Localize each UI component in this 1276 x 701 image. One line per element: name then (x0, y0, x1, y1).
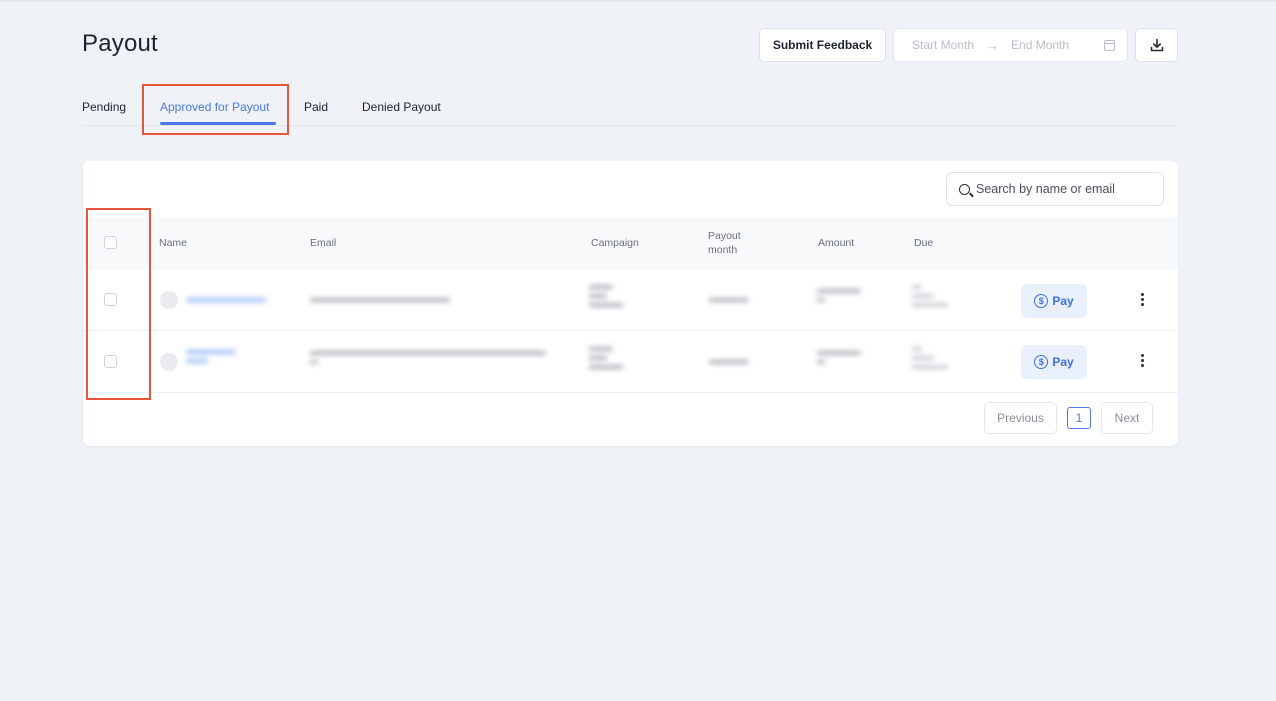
search-input[interactable] (976, 182, 1156, 196)
submit-feedback-button[interactable]: Submit Feedback (759, 28, 886, 62)
due-redacted (912, 347, 948, 374)
next-page-button[interactable]: Next (1101, 402, 1153, 434)
search-icon (959, 183, 970, 195)
payout-month-redacted (709, 298, 749, 307)
email-redacted (310, 351, 546, 369)
more-vertical-icon[interactable] (1136, 293, 1148, 309)
campaign-redacted (589, 285, 623, 312)
tab-pending[interactable]: Pending (82, 100, 126, 114)
column-header-due: Due (914, 237, 934, 249)
end-month-placeholder: End Month (1011, 38, 1070, 52)
amount-redacted (817, 289, 861, 307)
name-link-redacted[interactable] (186, 298, 266, 307)
column-header-amount: Amount (818, 237, 855, 249)
top-divider (0, 0, 1276, 2)
page-number-button[interactable]: 1 (1067, 407, 1091, 429)
pay-button[interactable]: $ Pay (1021, 345, 1087, 379)
download-icon (1150, 38, 1163, 52)
dollar-icon: $ (1034, 294, 1049, 308)
campaign-redacted (589, 347, 623, 374)
payout-page: Payout Submit Feedback Start Month → End… (0, 0, 1276, 701)
previous-page-button[interactable]: Previous (984, 402, 1057, 434)
amount-redacted (817, 351, 861, 369)
more-vertical-icon[interactable] (1136, 354, 1148, 370)
column-header-campaign: Campaign (591, 237, 639, 249)
tab-denied-payout[interactable]: Denied Payout (362, 100, 441, 114)
header-actions: Submit Feedback Start Month → End Month (759, 28, 1178, 62)
payout-table-card: Name Email Campaign Payout month Amount … (83, 161, 1178, 446)
column-header-name: Name (159, 237, 188, 249)
pagination: Previous 1 Next (984, 402, 1153, 434)
pay-button[interactable]: $ Pay (1021, 284, 1087, 318)
avatar (160, 353, 178, 371)
table-header: Name Email Campaign Payout month Amount … (83, 217, 1178, 269)
download-button[interactable] (1135, 28, 1178, 62)
start-month-placeholder: Start Month (912, 38, 975, 52)
calendar-icon (1104, 39, 1115, 51)
search-field[interactable] (946, 172, 1164, 206)
highlight-box-checkbox-column (86, 208, 151, 400)
due-redacted (912, 285, 948, 312)
page-title: Payout (82, 30, 158, 57)
avatar (160, 291, 178, 309)
month-range-picker[interactable]: Start Month → End Month (893, 28, 1128, 62)
dollar-icon: $ (1034, 355, 1049, 369)
column-header-payout-month-line2: month (708, 244, 738, 256)
table-row: $ Pay (83, 269, 1178, 331)
arrow-right-icon: → (986, 37, 1000, 53)
column-header-payout-month-line1: Payout (708, 230, 741, 242)
pay-button-label: Pay (1052, 355, 1074, 369)
highlight-box-approved-tab (142, 84, 289, 135)
tab-paid[interactable]: Paid (304, 100, 328, 114)
name-link-redacted[interactable] (186, 350, 236, 368)
column-header-email: Email (310, 237, 337, 249)
pay-button-label: Pay (1052, 294, 1074, 308)
column-header-payout-month: Payout month (708, 229, 741, 257)
table-row: $ Pay (83, 331, 1178, 393)
payout-month-redacted (709, 360, 749, 369)
email-redacted (310, 298, 450, 307)
